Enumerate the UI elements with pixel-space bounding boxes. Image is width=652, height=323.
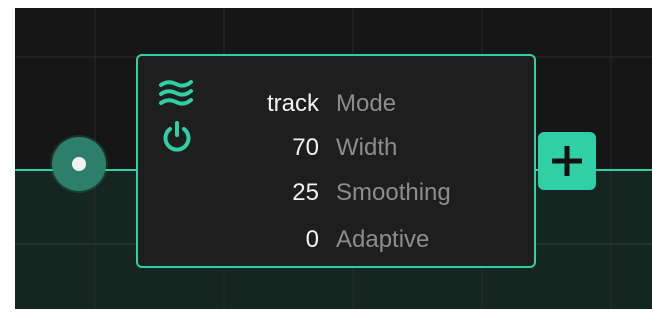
wave-icon[interactable] [158, 78, 194, 108]
adaptive-value[interactable]: 0 [199, 226, 319, 254]
smoothing-label: Smoothing [336, 179, 451, 206]
adaptive-label: Adaptive [336, 226, 430, 253]
connection-handle[interactable] [52, 137, 106, 191]
screenshot-stage: track Mode 70 Width 25 Smoothing 0 Adapt… [0, 0, 652, 323]
add-button[interactable] [538, 132, 596, 190]
effect-node-card[interactable]: track Mode 70 Width 25 Smoothing 0 Adapt… [136, 54, 536, 268]
handle-dot [72, 157, 86, 171]
power-icon[interactable] [160, 120, 194, 154]
smoothing-value[interactable]: 25 [199, 179, 319, 207]
width-label: Width [336, 134, 398, 161]
plus-icon [552, 146, 582, 176]
mode-label: Mode [336, 90, 397, 117]
mode-value[interactable]: track [199, 90, 319, 118]
width-value[interactable]: 70 [199, 134, 319, 162]
